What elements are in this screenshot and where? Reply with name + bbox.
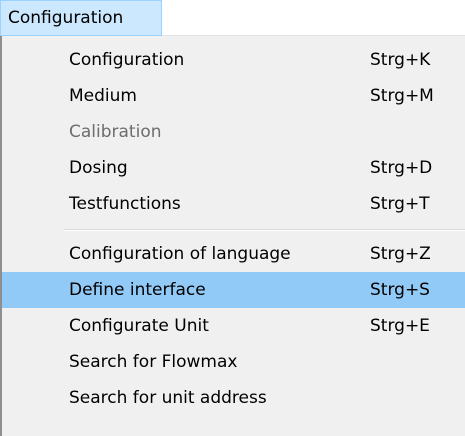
menu-item-shortcut: Strg+Z (370, 244, 431, 264)
menu-item-search-for-flowmax[interactable]: Search for Flowmax (2, 344, 465, 380)
menu-item-shortcut: Strg+E (370, 316, 430, 336)
configuration-dropdown-menu: Configuration Strg+K Medium Strg+M Calib… (0, 36, 465, 436)
menu-item-label: Search for unit address (69, 388, 267, 408)
menu-item-label: Testfunctions (69, 194, 181, 214)
menu-item-shortcut: Strg+T (370, 194, 430, 214)
menu-item-configuration[interactable]: Configuration Strg+K (2, 42, 465, 78)
menu-item-shortcut: Strg+M (370, 86, 434, 106)
menu-item-medium[interactable]: Medium Strg+M (2, 78, 465, 114)
menu-configuration[interactable]: Configuration (0, 0, 162, 36)
menu-item-label: Dosing (69, 158, 128, 178)
menu-item-define-interface[interactable]: Define interface Strg+S (2, 272, 465, 308)
menu-bar: Configuration (0, 0, 465, 36)
menu-item-dosing[interactable]: Dosing Strg+D (2, 150, 465, 186)
menu-item-shortcut: Strg+K (370, 50, 431, 70)
menu-item-label: Calibration (69, 122, 162, 142)
menu-separator (64, 229, 465, 231)
menu-item-testfunctions[interactable]: Testfunctions Strg+T (2, 186, 465, 222)
menu-item-label: Configuration (69, 50, 185, 70)
menu-item-label: Configuration of language (69, 244, 291, 264)
menu-item-label: Medium (69, 86, 137, 106)
menu-item-shortcut: Strg+D (370, 158, 433, 178)
menu-item-calibration: Calibration (2, 114, 465, 150)
menu-item-label: Define interface (69, 280, 206, 300)
menu-item-shortcut: Strg+S (370, 280, 430, 300)
menu-item-label: Search for Flowmax (69, 352, 238, 372)
menu-item-configuration-of-language[interactable]: Configuration of language Strg+Z (2, 236, 465, 272)
menu-item-label: Configurate Unit (69, 316, 209, 336)
menu-item-configurate-unit[interactable]: Configurate Unit Strg+E (2, 308, 465, 344)
menu-item-search-for-unit-address[interactable]: Search for unit address (2, 380, 465, 416)
